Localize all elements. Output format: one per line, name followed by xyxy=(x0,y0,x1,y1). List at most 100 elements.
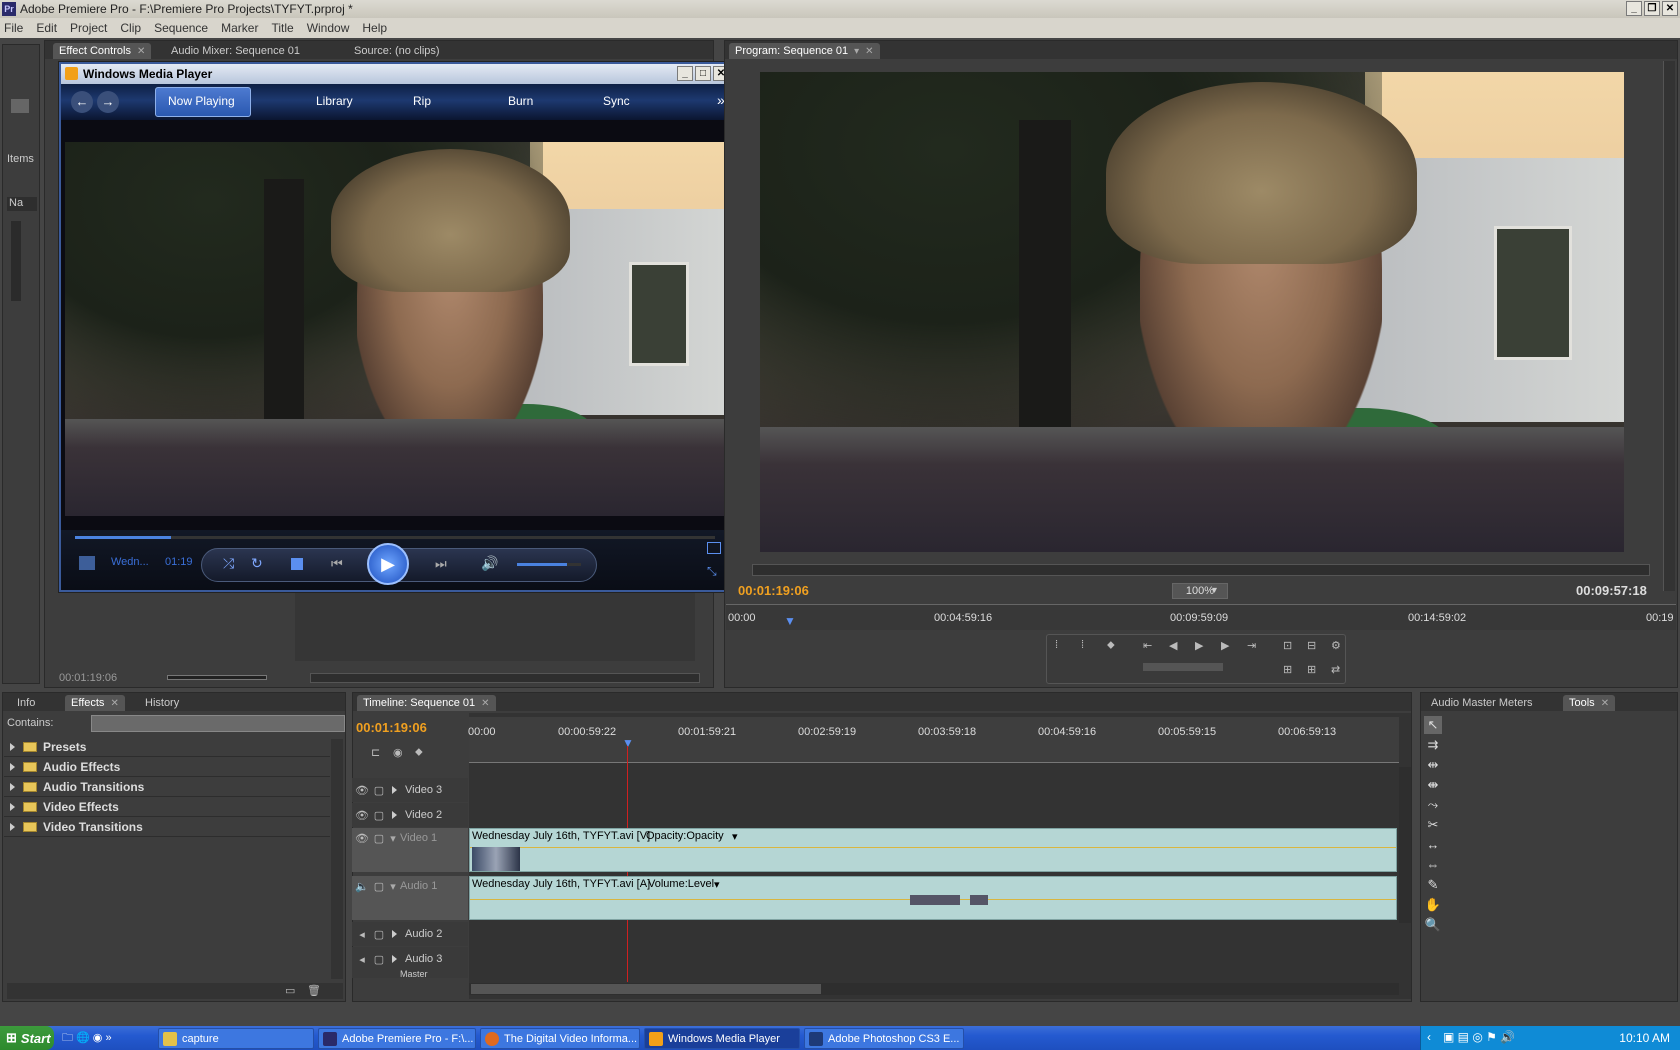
chevron-down-icon[interactable]: ▾ xyxy=(1212,585,1217,596)
chevron-down-icon[interactable]: ▾ xyxy=(732,830,738,843)
tab-tools[interactable]: Tools ✕ xyxy=(1563,695,1616,711)
tray-icons[interactable]: ▣ ▤ ◎ ⚑ 🔊 xyxy=(1443,1030,1515,1044)
expand-icon[interactable] xyxy=(392,811,397,819)
expand-icon[interactable] xyxy=(10,823,15,831)
hand-tool-icon[interactable]: ✋ xyxy=(1424,896,1442,914)
expand-icon[interactable] xyxy=(10,803,15,811)
expand-icon[interactable] xyxy=(392,786,397,794)
dropdown-icon[interactable]: ▾ xyxy=(854,46,859,57)
marker-icon[interactable]: ⬥ xyxy=(1107,639,1115,652)
wmp-maximize-button[interactable]: □ xyxy=(695,66,711,81)
expand-icon[interactable] xyxy=(10,763,15,771)
track-video-3[interactable]: 👁 ▢ Video 3 xyxy=(352,778,468,802)
program-current-timecode[interactable]: 00:01:19:06 xyxy=(738,583,809,598)
eye-icon[interactable]: 👁 xyxy=(352,809,372,822)
close-icon[interactable]: ✕ xyxy=(481,698,489,709)
volume-slider[interactable] xyxy=(517,563,581,566)
audio-clip[interactable]: Wednesday July 16th, TYFYT.avi [A] Volum… xyxy=(469,876,1397,920)
audio-clip-fx-dropdown[interactable]: Volume:Level xyxy=(648,878,714,890)
speaker-icon[interactable]: ◂ xyxy=(352,928,372,941)
tab-history[interactable]: History xyxy=(139,695,185,711)
mark-in-icon[interactable]: ⁞ xyxy=(1055,639,1058,651)
track-audio-2[interactable]: ◂ ▢ Audio 2 xyxy=(352,922,468,946)
step-back-icon[interactable]: ◀ xyxy=(1169,639,1177,652)
stop-icon[interactable] xyxy=(291,558,303,570)
seek-bar[interactable] xyxy=(75,536,715,539)
opacity-line[interactable] xyxy=(470,847,1396,848)
speaker-icon[interactable]: ◂ xyxy=(352,953,372,966)
shuffle-icon[interactable]: ⤮ xyxy=(223,555,234,572)
taskbar-item-premiere[interactable]: Adobe Premiere Pro - F:\... xyxy=(318,1028,476,1049)
lock-icon[interactable]: ▢ xyxy=(372,809,386,822)
vertical-scrollbar[interactable] xyxy=(1399,767,1411,923)
extract-icon[interactable]: ⊟ xyxy=(1307,639,1316,652)
shuttle-slider[interactable] xyxy=(1143,663,1223,671)
export-frame-icon[interactable]: ⚙ xyxy=(1331,639,1341,652)
track-video-1[interactable]: 👁 ▢ ▾ Video 1 xyxy=(352,828,468,872)
tab-effect-controls[interactable]: Effect Controls ✕ xyxy=(53,43,152,59)
menu-clip[interactable]: Clip xyxy=(120,21,141,35)
maximize-button[interactable]: ❐ xyxy=(1644,1,1660,16)
tab-rip[interactable]: Rip xyxy=(413,94,431,108)
mark-out-icon[interactable]: ⁞ xyxy=(1081,639,1084,651)
pen-tool-icon[interactable]: ✎ xyxy=(1424,876,1442,894)
folder-audio-transitions[interactable]: Audio Transitions xyxy=(4,778,330,797)
menu-title[interactable]: Title xyxy=(271,21,293,35)
program-horizontal-scrollbar[interactable] xyxy=(752,564,1650,576)
step-forward-icon[interactable]: ▶ xyxy=(1221,639,1229,652)
minimize-button[interactable]: _ xyxy=(1626,1,1642,16)
switch-mode-icon[interactable]: ⤡ xyxy=(707,564,717,579)
zoom-tool-icon[interactable]: 🔍 xyxy=(1424,916,1442,934)
tab-burn[interactable]: Burn xyxy=(508,94,533,108)
razor-tool-icon[interactable]: ✂ xyxy=(1424,816,1442,834)
taskbar-item-firefox[interactable]: The Digital Video Informa... xyxy=(480,1028,640,1049)
zoom-select[interactable]: 100% xyxy=(1172,583,1228,599)
video-clip-fx-dropdown[interactable]: Opacity:Opacity xyxy=(646,830,724,842)
vertical-scrollbar[interactable] xyxy=(331,739,343,979)
collapse-icon[interactable]: ▾ xyxy=(386,880,400,893)
track-video-2[interactable]: 👁 ▢ Video 2 xyxy=(352,803,468,827)
wmp-video-frame[interactable] xyxy=(65,142,729,516)
close-icon[interactable]: ✕ xyxy=(865,46,873,57)
rolling-edit-tool-icon[interactable]: ⇼ xyxy=(1424,776,1442,794)
tab-info[interactable]: Info xyxy=(11,695,41,711)
eye-icon[interactable]: 👁 xyxy=(352,784,372,797)
delete-icon[interactable]: 🗑 xyxy=(307,984,321,997)
menu-marker[interactable]: Marker xyxy=(221,21,258,35)
menu-file[interactable]: File xyxy=(4,21,23,35)
tab-audio-mixer[interactable]: Audio Mixer: Sequence 01 xyxy=(165,43,306,59)
next-icon[interactable]: ⏭ xyxy=(435,556,447,572)
expand-icon[interactable] xyxy=(10,783,15,791)
fullscreen-icon[interactable] xyxy=(707,542,721,554)
expand-icon[interactable] xyxy=(392,955,397,963)
playhead-icon[interactable]: ▼ xyxy=(784,614,796,628)
tab-library[interactable]: Library xyxy=(316,94,353,108)
play-icon[interactable]: ▶ xyxy=(1195,639,1203,652)
go-to-in-icon[interactable]: ⇤ xyxy=(1143,639,1152,652)
snap-icon[interactable]: ⊏ xyxy=(371,746,380,759)
folder-video-transitions[interactable]: Video Transitions xyxy=(4,818,330,837)
taskbar-item-photoshop[interactable]: Adobe Photoshop CS3 E... xyxy=(804,1028,964,1049)
chevron-down-icon[interactable]: ▾ xyxy=(714,878,720,891)
video-clip[interactable]: Wednesday July 16th, TYFYT.avi [V] Opaci… xyxy=(469,828,1397,872)
lock-icon[interactable]: ▢ xyxy=(372,928,386,941)
repeat-icon[interactable]: ↻ xyxy=(251,555,263,572)
trim-icon[interactable]: ⇄ xyxy=(1331,663,1340,676)
eye-icon[interactable]: 👁 xyxy=(352,832,372,845)
volume-icon[interactable]: 🔊 xyxy=(481,555,498,572)
tab-program[interactable]: Program: Sequence 01 ▾ ✕ xyxy=(729,43,880,59)
lock-icon[interactable]: ▢ xyxy=(372,880,386,893)
expand-icon[interactable] xyxy=(10,743,15,751)
taskbar-item-capture[interactable]: capture xyxy=(158,1028,314,1049)
horizontal-scrollbar[interactable] xyxy=(469,983,1399,995)
go-to-out-icon[interactable]: ⇥ xyxy=(1247,639,1256,652)
close-icon[interactable]: ✕ xyxy=(137,46,145,57)
lift-icon[interactable]: ⊡ xyxy=(1283,639,1292,652)
overlay-icon[interactable]: ⊞ xyxy=(1283,663,1292,676)
wmp-minimize-button[interactable]: _ xyxy=(677,66,693,81)
lock-icon[interactable]: ▢ xyxy=(372,832,386,845)
timeline-timecode[interactable]: 00:01:19:06 xyxy=(356,720,427,735)
timeline-ruler[interactable] xyxy=(469,717,1399,763)
insert-icon[interactable]: ⊞ xyxy=(1307,663,1316,676)
menu-sequence[interactable]: Sequence xyxy=(154,21,208,35)
